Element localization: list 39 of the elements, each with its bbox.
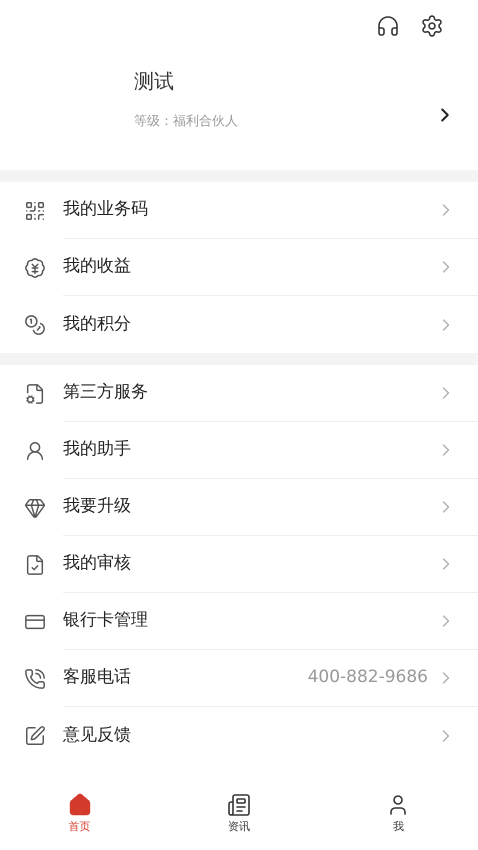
edit-note-icon — [24, 724, 46, 746]
menu-item[interactable]: 意见反馈 — [0, 707, 478, 764]
qr-code-icon — [24, 200, 46, 222]
person-icon — [24, 440, 46, 462]
user-name: 测试 — [134, 68, 175, 96]
customer-service-icon[interactable] — [376, 14, 400, 38]
menu-label: 客服电话 — [63, 666, 132, 690]
nav-tab[interactable]: 首页 — [0, 786, 160, 842]
nav-tab[interactable]: 资讯 — [159, 786, 319, 842]
document-check-icon — [24, 554, 46, 576]
menu-label: 我的收益 — [63, 255, 132, 278]
menu-label: 我要升级 — [63, 495, 132, 518]
nav-tab[interactable]: 我 — [318, 786, 478, 842]
diamond-icon — [24, 496, 46, 518]
menu-label: 银行卡管理 — [63, 609, 149, 632]
menu-label: 意见反馈 — [63, 724, 132, 747]
menu-item[interactable]: 我的业务码 — [0, 182, 478, 239]
phone-number: 400-882-9686 — [308, 666, 428, 690]
menu-item[interactable]: 第三方服务 — [0, 365, 478, 422]
coins-icon — [24, 314, 46, 336]
menu-label: 我的审核 — [63, 552, 132, 576]
menu-label: 我的业务码 — [63, 198, 149, 222]
menu-label: 第三方服务 — [63, 381, 149, 404]
member-level: 等级：福利合伙人 — [134, 113, 239, 132]
menu-item[interactable]: 我的助手 — [0, 422, 478, 479]
home-icon — [68, 792, 92, 817]
menu-item[interactable]: 我的收益 — [0, 239, 478, 296]
profile-header[interactable]: 测试 等级：福利合伙人 — [0, 48, 478, 170]
newspaper-icon — [226, 792, 251, 817]
menu-item[interactable]: 我要升级 — [0, 479, 478, 536]
settings-icon[interactable] — [420, 14, 444, 38]
phone-icon — [24, 668, 46, 690]
menu-item[interactable]: 我的审核 — [0, 536, 478, 593]
menu-item[interactable]: 我的积分 — [0, 296, 478, 353]
document-gear-icon — [24, 382, 46, 404]
menu-label: 我的助手 — [63, 438, 132, 462]
menu-item[interactable]: 银行卡管理 — [0, 593, 478, 650]
menu-label: 我的积分 — [63, 312, 132, 336]
menu-item[interactable]: 客服电话 400-882-9686 — [0, 650, 478, 707]
